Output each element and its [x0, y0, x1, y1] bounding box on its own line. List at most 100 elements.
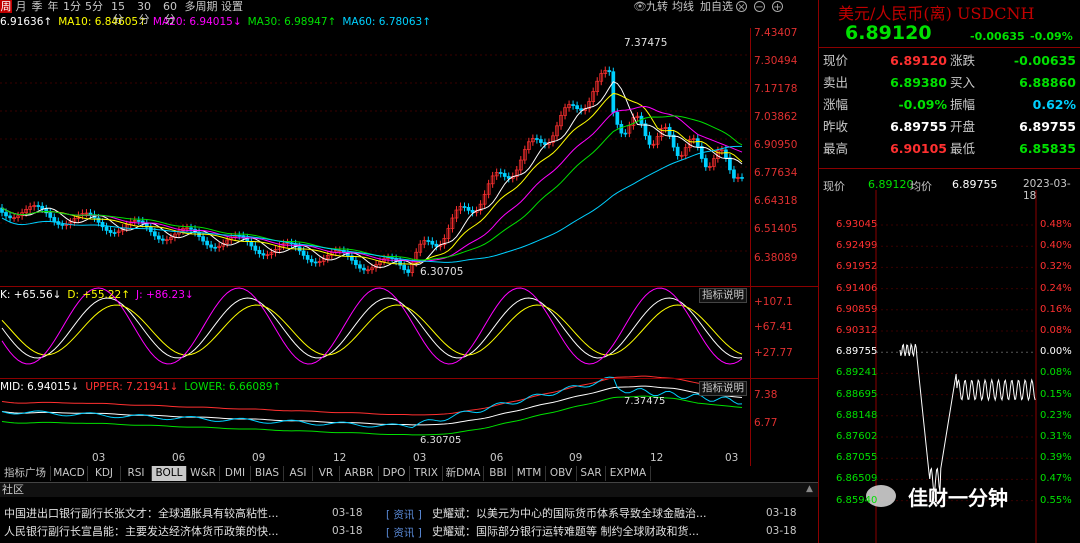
kdj-y-tick: +67.41 — [754, 321, 793, 333]
kdj-d-line — [1, 304, 743, 356]
candle — [96, 217, 101, 223]
candle — [152, 231, 157, 237]
period-tab-3[interactable]: 年 — [46, 0, 60, 13]
x-tick: 09 — [252, 452, 266, 464]
period-tab-10[interactable]: 设置 — [220, 0, 244, 13]
indicator-tab-11[interactable]: DPO — [379, 466, 410, 481]
candle — [136, 220, 141, 222]
candle — [466, 207, 471, 211]
candle — [104, 226, 109, 231]
intraday-right-tick: 0.16% — [1040, 303, 1072, 315]
x-tick: 03 — [92, 452, 106, 464]
boll-y-tick: 6.77 — [754, 417, 778, 429]
candle — [675, 146, 680, 156]
indicator-tab-2[interactable]: KDJ — [88, 466, 121, 481]
intraday-right-tick: 0.15% — [1040, 388, 1072, 400]
intraday-right-tick: 0.00% — [1040, 346, 1072, 358]
nine-turn-tab[interactable]: 九转 — [646, 0, 668, 13]
candle — [48, 212, 53, 218]
period-tab-6[interactable]: 15分 — [106, 0, 130, 26]
indicator-tab-0[interactable]: 指标广场 — [0, 466, 51, 481]
intraday-left-tick: 6.88695 — [836, 388, 878, 400]
x-tick: 12 — [650, 452, 664, 464]
period-tab-8[interactable]: 60分 — [158, 0, 182, 26]
indicator-tab-4[interactable]: BOLL — [152, 466, 187, 481]
period-tab-4[interactable]: 1分 — [62, 0, 82, 13]
intraday-left-tick: 6.89241 — [836, 367, 878, 379]
quote-price: 6.89120 — [845, 22, 932, 44]
news-date: 03-18 — [332, 507, 363, 519]
cross-circle-icon[interactable]: × — [736, 1, 747, 13]
kdj-explain-button[interactable]: 指标说明 — [699, 288, 747, 303]
x-tick: 09 — [569, 452, 583, 464]
indicator-tab-17[interactable]: SAR — [577, 466, 606, 481]
indicator-tab-7[interactable]: BIAS — [251, 466, 284, 481]
candle — [470, 210, 475, 213]
x-tick: 03 — [725, 452, 739, 464]
news-date: 03-18 — [766, 507, 797, 519]
quote-value: 6.89755 — [890, 119, 947, 134]
candle — [261, 253, 266, 256]
ma-tab[interactable]: 均线 — [672, 0, 694, 13]
indicator-tab-6[interactable]: DMI — [220, 466, 251, 481]
indicator-tab-10[interactable]: ARBR — [340, 466, 379, 481]
indicator-tab-12[interactable]: TRIX — [410, 466, 443, 481]
indicator-tab-18[interactable]: EXPMA — [606, 466, 651, 481]
indicator-tab-3[interactable]: RSI — [121, 466, 152, 481]
intraday-left-tick: 6.89755 — [836, 346, 878, 358]
ma60-line — [1, 145, 743, 263]
candle — [571, 104, 575, 106]
candle — [108, 230, 113, 233]
period-tab-7[interactable]: 30分 — [132, 0, 156, 26]
candle — [667, 127, 672, 136]
indicator-tab-15[interactable]: MTM — [513, 466, 546, 481]
collapse-icon[interactable]: ▲ — [806, 484, 813, 494]
eye-icon[interactable]: 👁 — [633, 1, 647, 12]
kdj_legend-item-2: J: +86.23↓ — [136, 289, 194, 301]
indicator-tab-14[interactable]: BBI — [484, 466, 513, 481]
candle — [506, 176, 511, 179]
boll-legend: MID: 6.94015↓ UPPER: 7.21941↓ LOWER: 6.660… — [0, 380, 287, 394]
intraday-right-tick: 0.31% — [1040, 431, 1072, 442]
ma_legend-item-1: MA10: 6.84605↑ — [58, 16, 147, 28]
indicator-tab-9[interactable]: VR — [313, 466, 340, 481]
indicator-tab-16[interactable]: OBV — [546, 466, 577, 481]
candle — [619, 124, 624, 134]
boll-explain-button[interactable]: 指标说明 — [699, 381, 747, 396]
candle — [161, 238, 165, 241]
news-item[interactable]: 史耀斌：以美元为中心的国际货币体系导致全球金融治... — [432, 505, 754, 522]
candle — [728, 157, 732, 171]
main-y-tick: 7.17178 — [754, 83, 798, 95]
indicator-tab-13[interactable]: 新DMA — [443, 466, 484, 481]
quote-label: 买入 — [950, 75, 976, 90]
intraday-left-tick: 6.86509 — [836, 473, 878, 485]
ma_legend-item-0: 6.91636↑ — [0, 16, 53, 28]
candle — [430, 240, 435, 245]
news-item[interactable]: 人民银行副行长宣昌能：主要发达经济体货币政策的快... — [4, 523, 324, 540]
plus-circle-icon[interactable]: + — [772, 1, 783, 13]
news-item[interactable]: 中国进出口银行副行长张文才：全球通胀具有较高粘性... — [4, 505, 324, 522]
minus-circle-icon[interactable]: − — [754, 1, 765, 13]
quote-change: -0.00635 — [970, 30, 1025, 43]
indicator-tab-1[interactable]: MACD — [51, 466, 88, 481]
intraday-right-tick: 0.48% — [1040, 219, 1072, 230]
quote-label: 涨幅 — [823, 97, 849, 112]
indicator-tab-5[interactable]: W&R — [187, 466, 220, 481]
period-tab-2[interactable]: 季 — [30, 0, 44, 13]
candle — [313, 261, 318, 264]
period-tab-0[interactable]: 周 — [0, 0, 12, 13]
candle — [257, 250, 262, 254]
indicator-tab-8[interactable]: ASI — [284, 466, 313, 481]
candle — [611, 71, 616, 113]
news-header-label: 社区 — [2, 483, 24, 496]
period-tab-1[interactable]: 月 — [14, 0, 28, 13]
period-tab-9[interactable]: 多周期 — [184, 0, 218, 13]
watermark-text: 佳财一分钟 — [908, 486, 1008, 510]
quote-value: -0.09% — [898, 97, 947, 112]
period-tab-5[interactable]: 5分 — [84, 0, 104, 13]
news-item[interactable]: 史耀斌：国际部分银行运转难题等 制约全球财政和货... — [432, 523, 754, 540]
kdj-legend: K: +65.56↓ D: +55.22↑ J: +86.23↓ — [0, 288, 200, 302]
intraday-left-tick: 6.85940 — [836, 494, 878, 506]
add-watchlist-button[interactable]: 加自选 — [700, 0, 733, 13]
quote-label: 卖出 — [823, 75, 849, 90]
